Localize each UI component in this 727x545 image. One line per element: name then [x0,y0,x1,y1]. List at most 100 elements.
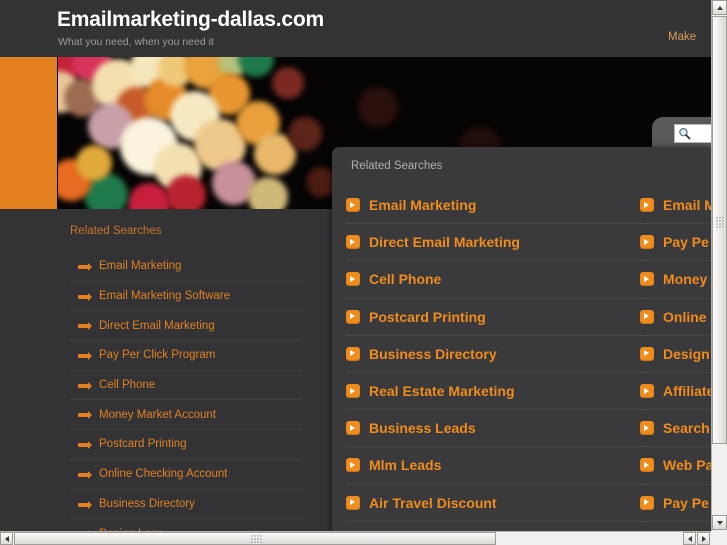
scroll-left-button[interactable] [0,532,13,545]
list-item-label: Cell Phone [369,271,442,288]
arrow-right-icon [78,381,92,390]
list-item[interactable]: Email M [640,187,711,225]
list-item-label: Cell Phone [99,379,156,392]
left-panel-title: Related Searches [70,225,162,237]
list-item[interactable]: Money [640,261,711,299]
list-item[interactable]: Design Logo [70,518,302,531]
triangle-up-icon [716,5,723,10]
list-item[interactable]: Pay Pe [640,224,711,262]
list-item[interactable]: Search [640,410,711,448]
list-item[interactable]: Cell Phone [346,261,640,299]
list-item-label: Money [663,271,708,288]
list-item[interactable]: Postcard Printing [346,299,640,336]
list-item-label: Affiliate [663,383,711,400]
list-item-label: Real Estate Marketing [369,383,515,400]
list-item-label: Business Directory [99,497,195,510]
horizontal-scrollbar-thumb[interactable] [14,532,496,545]
list-item[interactable]: Pay Pe [640,485,711,522]
chevron-right-icon [346,346,360,361]
list-item[interactable]: Mlm Leads [346,447,640,485]
chevron-right-icon [640,495,654,510]
triangle-left-icon [687,535,692,542]
list-item[interactable]: Air Travel Discount [346,485,640,522]
list-item[interactable]: Affiliate [640,373,711,411]
list-item[interactable]: Business Directory [70,488,302,519]
horizontal-scrollbar[interactable] [0,531,711,545]
chevron-right-icon [346,384,360,399]
arrow-right-icon [78,352,92,361]
hero-accent-block [0,57,57,209]
arrow-right-icon [78,500,92,509]
search-input[interactable] [674,124,711,143]
overlay-title: Related Searches [351,160,443,172]
list-item[interactable]: Pay Per Click Program [70,340,302,370]
list-item[interactable]: Email Marketing Software [70,280,302,311]
list-item[interactable]: Internet Business [346,522,640,531]
list-item[interactable]: Direct Email Marketing [70,310,302,340]
overlay-lists: Email Marketing Direct Email Marketing C… [332,187,711,531]
list-item-label: Direct Email Marketing [99,319,215,332]
page-title: Emailmarketing-dallas.com [57,8,324,31]
scroll-right-button[interactable] [697,532,710,545]
chevron-right-icon [640,458,654,473]
list-item[interactable]: Postcard Printing [70,429,302,459]
list-item-label: Search [663,420,710,437]
chevron-right-icon [640,235,654,250]
list-item[interactable]: Cell Phone [70,369,302,400]
header-nav-link[interactable]: Make [668,31,708,43]
scrollbar-grip [716,217,725,228]
scrollbar-grip [251,535,262,544]
vertical-scrollbar[interactable] [711,0,727,545]
chevron-right-icon [346,198,360,213]
list-item[interactable]: Business Directory [346,336,640,373]
list-item-label: Email Marketing [99,260,182,273]
scroll-up-button[interactable] [712,0,727,15]
search-tab[interactable] [652,117,711,148]
scroll-down-button[interactable] [712,515,727,530]
chevron-right-icon [346,495,360,510]
triangle-left-icon [4,535,9,542]
arrow-right-icon [78,263,92,271]
list-item-label: Online [663,308,707,325]
list-item-label: Email Marketing Software [99,290,231,303]
browser-viewport: Emailmarketing-dallas.com What you need,… [0,0,727,545]
list-item[interactable]: Email Marketing [70,252,302,281]
list-item-label: Email M [663,197,711,214]
list-item-label: Air Travel Discount [369,494,497,511]
arrow-right-icon [78,470,92,479]
list-item-label: Direct Email Marketing [369,234,520,251]
list-item-label: Email Marketing [369,197,477,214]
list-item[interactable]: Design [640,336,711,373]
arrow-right-icon [78,292,92,301]
list-item[interactable]: Online Checking Account [70,458,302,489]
list-item[interactable]: Online [640,299,711,336]
arrow-right-icon [78,322,92,331]
chevron-right-icon [640,198,654,213]
overlay-list-left: Email Marketing Direct Email Marketing C… [346,187,640,531]
list-item[interactable]: Web Pa [640,447,711,485]
list-item[interactable]: Money Market Account [70,399,302,429]
chevron-right-icon [346,235,360,250]
scroll-right-prev-button[interactable] [683,532,696,545]
list-item[interactable]: Email Marketing [346,187,640,225]
list-item-label: Web Pa [663,457,711,474]
list-item[interactable]: Tickets [640,522,711,531]
overlay-list-right: Email M Pay Pe Money Online Design Affil… [640,187,711,531]
related-searches-overlay: Related Searches Email Marketing Direct … [332,147,711,531]
vertical-scrollbar-thumb[interactable] [712,16,727,444]
chevron-right-icon [346,458,360,473]
site-header: Emailmarketing-dallas.com What you need,… [0,0,711,57]
arrow-right-icon [78,441,92,450]
chevron-right-icon [346,272,360,287]
chevron-right-icon [640,272,654,287]
list-item[interactable]: Real Estate Marketing [346,373,640,411]
list-item[interactable]: Business Leads [346,410,640,448]
list-item-label: Pay Pe [663,234,709,251]
list-item-label: Business Directory [369,345,497,362]
list-item-label: Mlm Leads [369,457,442,474]
list-item[interactable]: Direct Email Marketing [346,224,640,262]
triangle-down-icon [716,520,723,525]
arrow-right-icon [78,411,92,420]
list-item-label: Postcard Printing [99,438,187,451]
scrollbar-corner [711,531,727,545]
